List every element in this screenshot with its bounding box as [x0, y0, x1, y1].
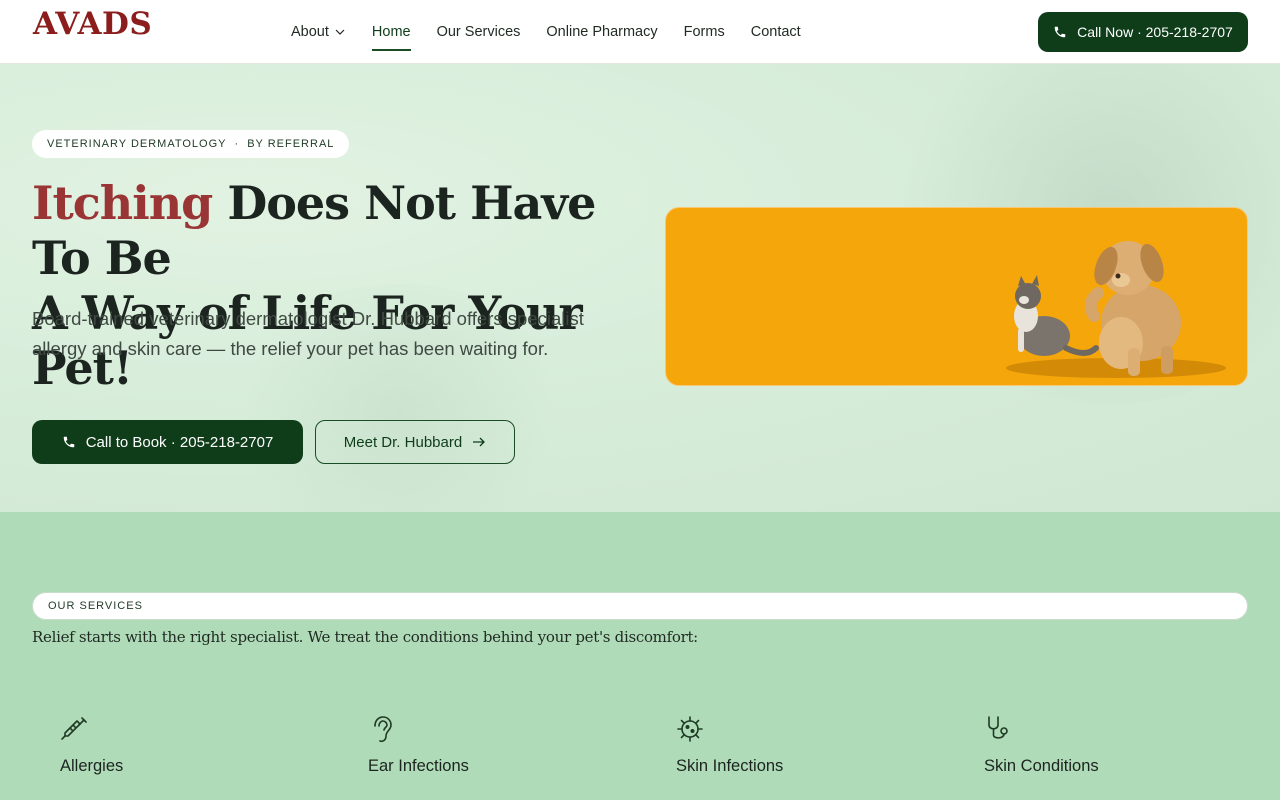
cat-figure [1014, 275, 1099, 356]
service-name: Skin Conditions [984, 757, 1099, 775]
syringe-icon [61, 717, 87, 740]
services-intro: Relief starts with the right specialist.… [32, 628, 698, 646]
arrow-right-icon [473, 437, 486, 447]
hero-pet-image [665, 207, 1248, 386]
meet-doctor-label: Meet Dr. Hubbard [343, 433, 463, 451]
service-allergies[interactable]: Allergies [60, 714, 320, 784]
meet-doctor-button[interactable]: Meet Dr. Hubbard [315, 420, 515, 464]
nav-item-label: Forms [683, 24, 725, 40]
chevron-down-icon [335, 29, 345, 35]
hero-subtext: Board-trained veterinary dermatologist D… [32, 308, 584, 359]
nav-item-online-pharmacy[interactable]: Online Pharmacy [546, 16, 657, 48]
service-skin-infections[interactable]: Skin Infections [676, 714, 936, 784]
stethoscope-icon [988, 716, 1008, 739]
service-name: Allergies [60, 757, 124, 775]
headline-accent: Itching [32, 176, 213, 230]
hero-section: VETERINARY DERMATOLOGY · BY REFERRAL Itc… [0, 64, 1280, 512]
hero-tag-right: BY REFERRAL [247, 138, 335, 150]
nav-item-about[interactable]: About [291, 16, 346, 48]
nav-item-label: Contact [750, 24, 801, 40]
phone-icon [1054, 26, 1066, 38]
cat-and-dog-illustration [1006, 241, 1226, 378]
nav-item-contact[interactable]: Contact [751, 16, 801, 48]
logo[interactable]: AVADS [33, 6, 152, 42]
phone-icon [63, 436, 74, 448]
service-name: Ear Infections [368, 757, 469, 775]
call-now-button[interactable]: Call Now · 205-218-2707 [1038, 12, 1248, 52]
services-eyebrow: OUR SERVICES [32, 592, 1248, 620]
dog-figure [1084, 241, 1181, 376]
call-now-label: Call Now · 205-218-2707 [1077, 24, 1233, 40]
service-name: Skin Infections [676, 757, 784, 775]
hero-tag-left: VETERINARY DERMATOLOGY [47, 138, 227, 150]
nav-item-label: Home [371, 24, 411, 40]
virus-icon [677, 716, 703, 742]
main-nav: About Home Our Services Online Pharmacy … [291, 0, 801, 64]
ear-icon [374, 716, 392, 743]
hero-tag-separator: · [234, 138, 240, 150]
nav-item-label: Our Services [436, 24, 521, 40]
site-header: AVADS About Home Our Services Online Pha… [0, 0, 1280, 64]
nav-item-label: Online Pharmacy [546, 24, 658, 40]
nav-item-label: About [291, 24, 329, 40]
call-to-book-label: Call to Book · 205-218-2707 [85, 433, 274, 451]
nav-item-forms[interactable]: Forms [684, 16, 725, 48]
hero-tag: VETERINARY DERMATOLOGY · BY REFERRAL [32, 130, 350, 158]
nav-item-our-services[interactable]: Our Services [437, 16, 521, 48]
service-ear-infections[interactable]: Ear Infections [368, 714, 628, 784]
call-to-book-button[interactable]: Call to Book · 205-218-2707 [32, 420, 303, 464]
service-skin-conditions[interactable]: Skin Conditions [984, 714, 1244, 784]
hero-headline: Itching Does Not Have To Be A Way of Lif… [32, 176, 652, 396]
nav-item-home[interactable]: Home [371, 16, 411, 51]
